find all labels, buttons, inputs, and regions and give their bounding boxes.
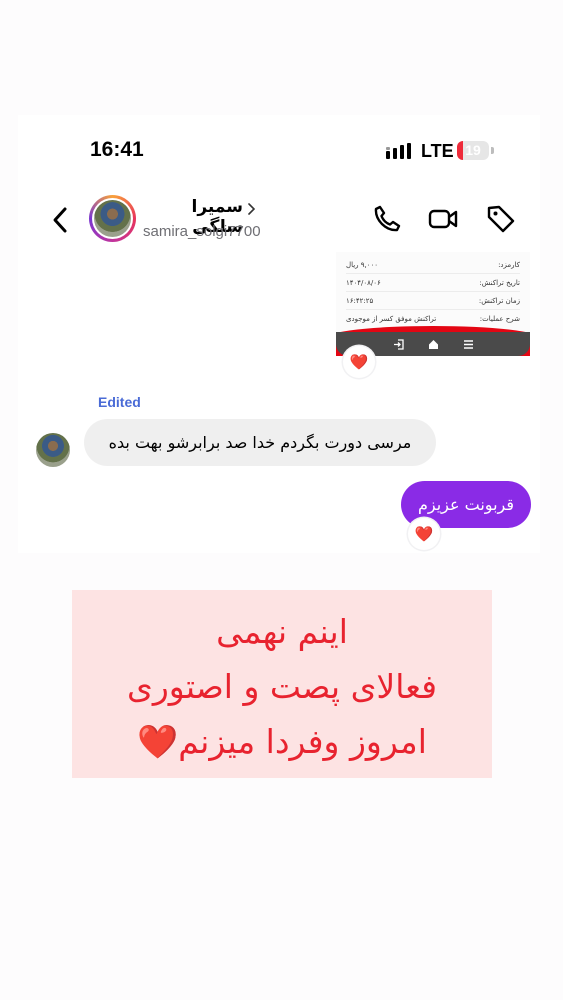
login-icon (393, 338, 404, 350)
battery-icon: 19 (457, 141, 489, 160)
receipt-row: ۱۴۰۴/۰۸/۰۶ تاریخ تراکنش: (346, 274, 520, 292)
signal-bars-icon (386, 143, 411, 159)
battery-cap (491, 147, 494, 154)
heart-reaction[interactable]: ❤️ (343, 346, 375, 378)
profile-avatar[interactable] (89, 195, 136, 242)
battery-level: 19 (465, 142, 481, 158)
phone-icon[interactable] (371, 203, 403, 235)
video-camera-icon[interactable] (427, 203, 459, 235)
chevron-right-icon[interactable] (245, 202, 257, 216)
heart-reaction[interactable]: ❤️ (408, 518, 440, 550)
back-chevron-icon[interactable] (48, 205, 74, 235)
menu-icon (463, 339, 473, 349)
heart-icon: ❤️ (414, 525, 434, 543)
home-icon (428, 339, 438, 349)
sender-avatar[interactable] (36, 433, 70, 467)
receipt-image-message[interactable]: ۹,۰۰۰ ریال کارمزد: ۱۴۰۴/۰۸/۰۶ تاریخ تراک… (336, 252, 530, 356)
status-time: 16:41 (90, 138, 144, 161)
heart-icon: ❤️ (349, 353, 369, 371)
receipt-row: ۹,۰۰۰ ریال کارمزد: (346, 256, 520, 274)
note-line: امروز وفردا میزنم❤️ (137, 722, 427, 761)
note-line: اینم نهمی (216, 612, 348, 651)
edited-label: Edited (98, 394, 141, 410)
avatar-image (94, 200, 131, 237)
incoming-message[interactable]: مرسی دورت بگردم خدا صد برابرشو بهت بده (84, 419, 436, 466)
tag-icon[interactable] (485, 203, 517, 235)
network-type: LTE (421, 141, 454, 161)
profile-username[interactable]: samira_solgi7700 (143, 223, 261, 240)
receipt-row: ۱۶:۴۲:۲۵ زمان تراکنش: (346, 292, 520, 310)
note-line: فعالای پصت و اصتوری (127, 667, 437, 706)
story-text-box: اینم نهمی فعالای پصت و اصتوری امروز وفرد… (72, 590, 492, 778)
